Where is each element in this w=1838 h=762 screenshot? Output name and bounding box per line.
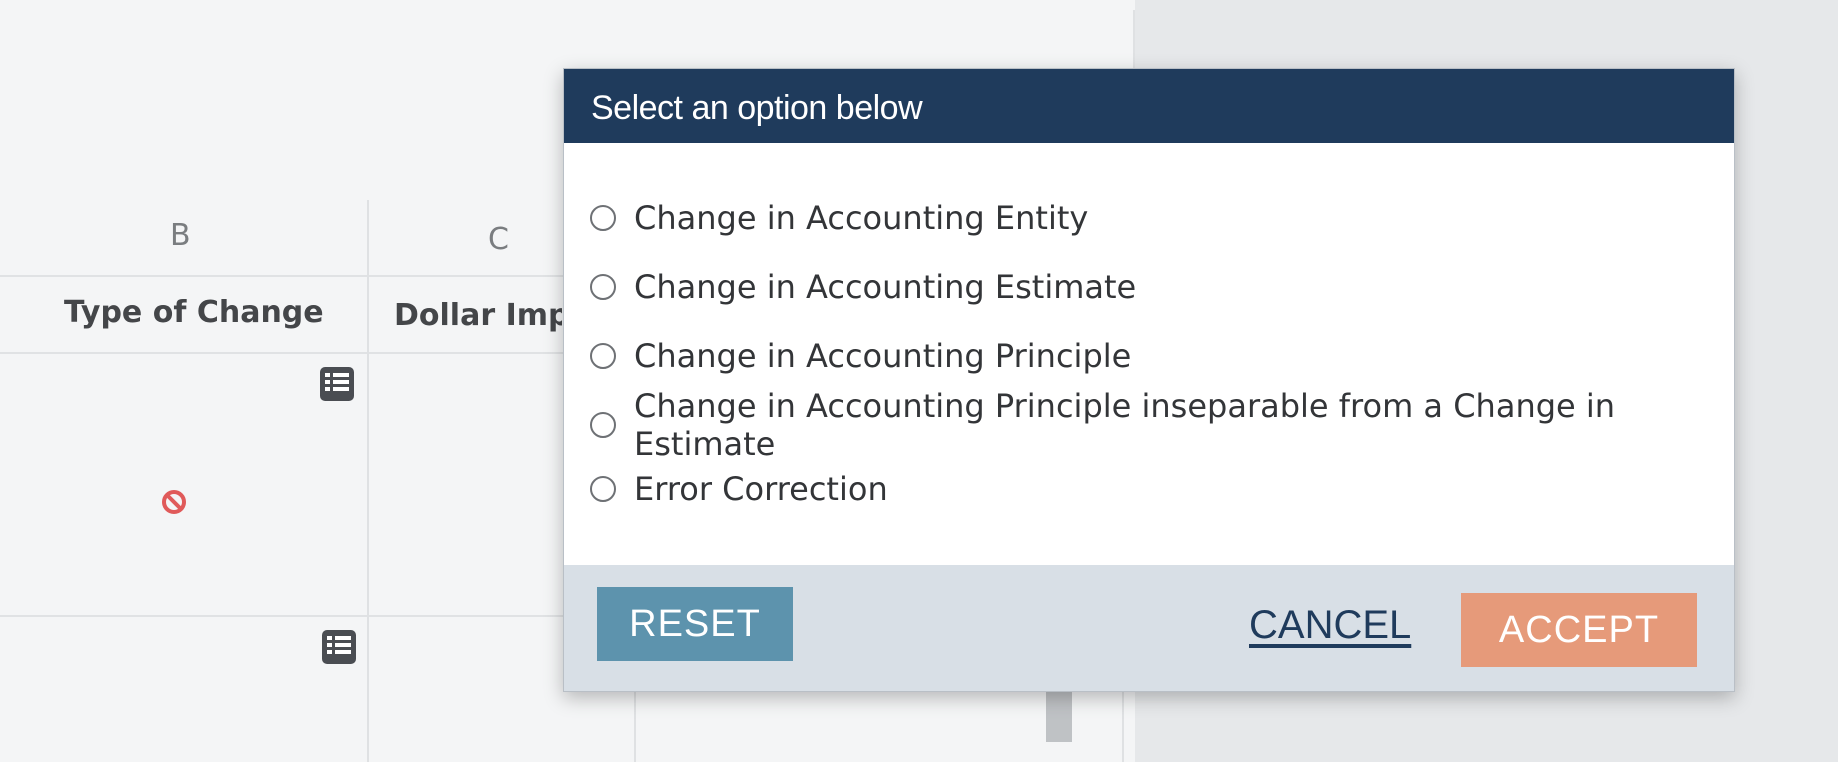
grid-line (1133, 10, 1135, 70)
accept-button[interactable]: ACCEPT (1461, 593, 1697, 667)
cancel-button[interactable]: CANCEL (1249, 603, 1411, 648)
column-header-type-of-change: Type of Change (64, 295, 324, 330)
no-entry-icon (162, 490, 186, 514)
option-label: Error Correction (634, 470, 888, 508)
dialog-title: Select an option below (564, 69, 1734, 143)
option-label: Change in Accounting Entity (634, 198, 1089, 237)
option-error-correction[interactable]: Error Correction (590, 459, 1734, 519)
option-change-in-accounting-principle[interactable]: Change in Accounting Principle (590, 321, 1734, 390)
dialog-footer: RESET CANCEL ACCEPT (564, 565, 1734, 691)
option-change-in-accounting-entity[interactable]: Change in Accounting Entity (590, 183, 1734, 252)
option-label: Change in Accounting Principle (634, 336, 1132, 375)
scrollbar-thumb[interactable] (1046, 690, 1072, 742)
option-change-in-accounting-estimate[interactable]: Change in Accounting Estimate (590, 252, 1734, 321)
column-letter-c: C (488, 222, 509, 257)
grid-line (634, 680, 636, 762)
radio-button[interactable] (590, 273, 616, 300)
radio-button[interactable] (590, 476, 616, 502)
grid-line (367, 200, 369, 762)
radio-button[interactable] (590, 411, 616, 438)
reset-button[interactable]: RESET (597, 587, 793, 661)
grid-line (1122, 680, 1124, 762)
option-principle-inseparable-from-estimate[interactable]: Change in Accounting Principle inseparab… (590, 387, 1734, 463)
list-icon[interactable] (320, 367, 354, 401)
column-letter-b: B (170, 218, 191, 253)
radio-button[interactable] (590, 342, 616, 369)
list-icon[interactable] (322, 630, 356, 664)
radio-button[interactable] (590, 204, 616, 231)
column-header-dollar-impact: Dollar Impact (394, 298, 562, 333)
option-label: Change in Accounting Estimate (634, 267, 1137, 306)
option-list: Change in Accounting Entity Change in Ac… (564, 143, 1734, 519)
option-label: Change in Accounting Principle inseparab… (634, 386, 1616, 463)
select-option-dialog: Select an option below Change in Account… (563, 68, 1735, 692)
